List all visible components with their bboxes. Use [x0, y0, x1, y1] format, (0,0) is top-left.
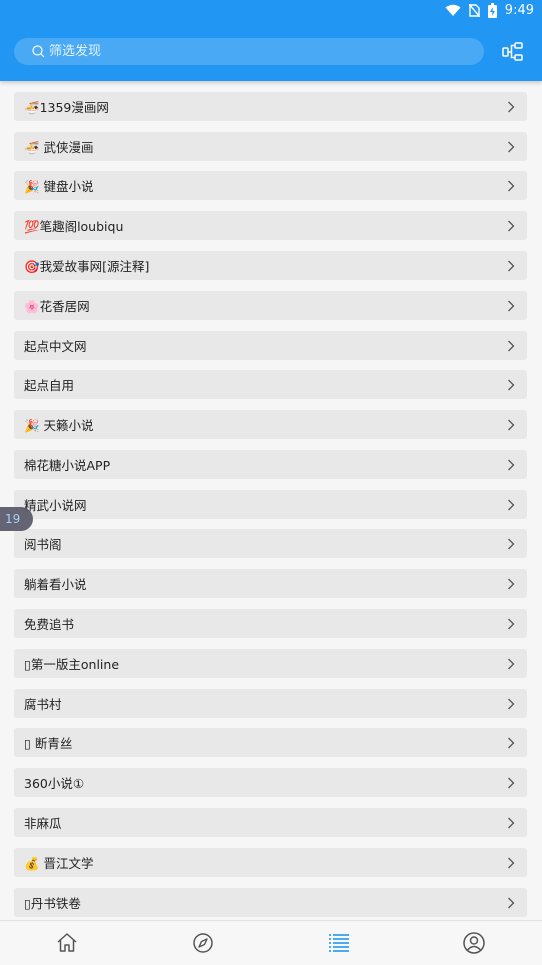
list-item[interactable]: 🌸花香居网 — [14, 291, 527, 320]
list-item-label: 🎉 天籁小说 — [24, 418, 94, 433]
list-item[interactable]: 💰 晋江文学 — [14, 848, 527, 877]
list-item-label: 躺着看小说 — [24, 577, 87, 592]
group-tree-icon[interactable] — [502, 41, 524, 63]
chevron-right-icon — [508, 300, 515, 312]
list-item-label: 非麻瓜 — [24, 816, 62, 831]
list-item-label: 🍜1359漫画网 — [24, 100, 109, 115]
wifi-icon — [445, 4, 461, 16]
chevron-right-icon — [508, 141, 515, 153]
list-item[interactable]: 免费追书 — [14, 609, 527, 638]
list-item[interactable]: 🍜1359漫画网 — [14, 92, 527, 121]
list-item[interactable]: 🎉 键盘小说 — [14, 171, 527, 200]
chevron-right-icon — [508, 777, 515, 789]
list-item[interactable]: 非麻瓜 — [14, 808, 527, 837]
discover-icon[interactable] — [191, 931, 215, 955]
list-icon[interactable] — [327, 931, 351, 955]
list-item-label: ▯ 断青丝 — [24, 736, 73, 751]
list-item-label: 🌸花香居网 — [24, 299, 90, 314]
search-icon — [32, 45, 45, 58]
search-input[interactable] — [49, 44, 449, 59]
list-item-label: 精武小说网 — [24, 498, 87, 513]
status-bar: 9:49 — [0, 0, 542, 24]
chevron-right-icon — [508, 220, 515, 232]
chevron-right-icon — [508, 857, 515, 869]
chevron-right-icon — [508, 698, 515, 710]
list-item[interactable]: 💯笔趣阁loubiqu — [14, 211, 527, 240]
list-item[interactable]: ▯第一版主online — [14, 649, 527, 678]
list-item-label: ▯丹书铁卷 — [24, 896, 81, 911]
list-item-label: 棉花糖小说APP — [24, 458, 111, 473]
chevron-right-icon — [508, 618, 515, 630]
chevron-right-icon — [508, 578, 515, 590]
list-item-label: 起点中文网 — [24, 339, 87, 354]
home-icon[interactable] — [55, 931, 79, 955]
list-item[interactable]: 精武小说网 — [14, 490, 527, 519]
chevron-right-icon — [508, 459, 515, 471]
chevron-right-icon — [508, 379, 515, 391]
list-item-label: 360小说① — [24, 776, 85, 791]
list-item-label: 🎯我爱故事网[源注释] — [24, 259, 150, 274]
list-item-label: 🍜 武侠漫画 — [24, 140, 94, 155]
chevron-right-icon — [508, 658, 515, 670]
profile-icon[interactable] — [462, 931, 486, 955]
list-item[interactable]: 🎉 天籁小说 — [14, 410, 527, 439]
list-item[interactable]: ▯丹书铁卷 — [14, 888, 527, 917]
bottom-nav — [0, 920, 542, 965]
chevron-right-icon — [508, 499, 515, 511]
list-item-label: 💯笔趣阁loubiqu — [24, 219, 124, 234]
list-item-label: 起点自用 — [24, 378, 75, 393]
battery-charging-icon — [487, 3, 497, 18]
source-list: 🍜1359漫画网 🍜 武侠漫画 🎉 键盘小说 💯笔趣阁loubiqu 🎯我爱故事… — [0, 81, 542, 920]
chevron-right-icon — [508, 737, 515, 749]
list-item[interactable]: 起点自用 — [14, 370, 527, 399]
list-item[interactable]: ▯ 断青丝 — [14, 728, 527, 757]
status-time: 9:49 — [504, 3, 534, 18]
list-item[interactable]: 棉花糖小说APP — [14, 450, 527, 479]
no-sim-icon — [468, 4, 480, 17]
list-item[interactable]: 阅书阁 — [14, 529, 527, 558]
list-item-label: 阅书阁 — [24, 537, 62, 552]
floating-badge[interactable]: 19 — [0, 507, 33, 531]
list-item[interactable]: 🍜 武侠漫画 — [14, 132, 527, 161]
list-item[interactable]: 起点中文网 — [14, 331, 527, 360]
chevron-right-icon — [508, 340, 515, 352]
search-bar[interactable] — [14, 38, 484, 65]
chevron-right-icon — [508, 897, 515, 909]
list-item-label: 腐书村 — [24, 697, 62, 712]
list-item-label: ▯第一版主online — [24, 657, 120, 672]
chevron-right-icon — [508, 260, 515, 272]
list-item[interactable]: 躺着看小说 — [14, 569, 527, 598]
chevron-right-icon — [508, 419, 515, 431]
chevron-right-icon — [508, 101, 515, 113]
app-header: 9:49 — [0, 0, 542, 81]
list-item-label: 💰 晋江文学 — [24, 856, 94, 871]
list-item-label: 免费追书 — [24, 617, 75, 632]
list-item[interactable]: 🎯我爱故事网[源注释] — [14, 251, 527, 280]
list-item[interactable]: 360小说① — [14, 768, 527, 797]
chevron-right-icon — [508, 180, 515, 192]
chevron-right-icon — [508, 538, 515, 550]
list-item[interactable]: 腐书村 — [14, 689, 527, 718]
list-item-label: 🎉 键盘小说 — [24, 179, 94, 194]
chevron-right-icon — [508, 817, 515, 829]
